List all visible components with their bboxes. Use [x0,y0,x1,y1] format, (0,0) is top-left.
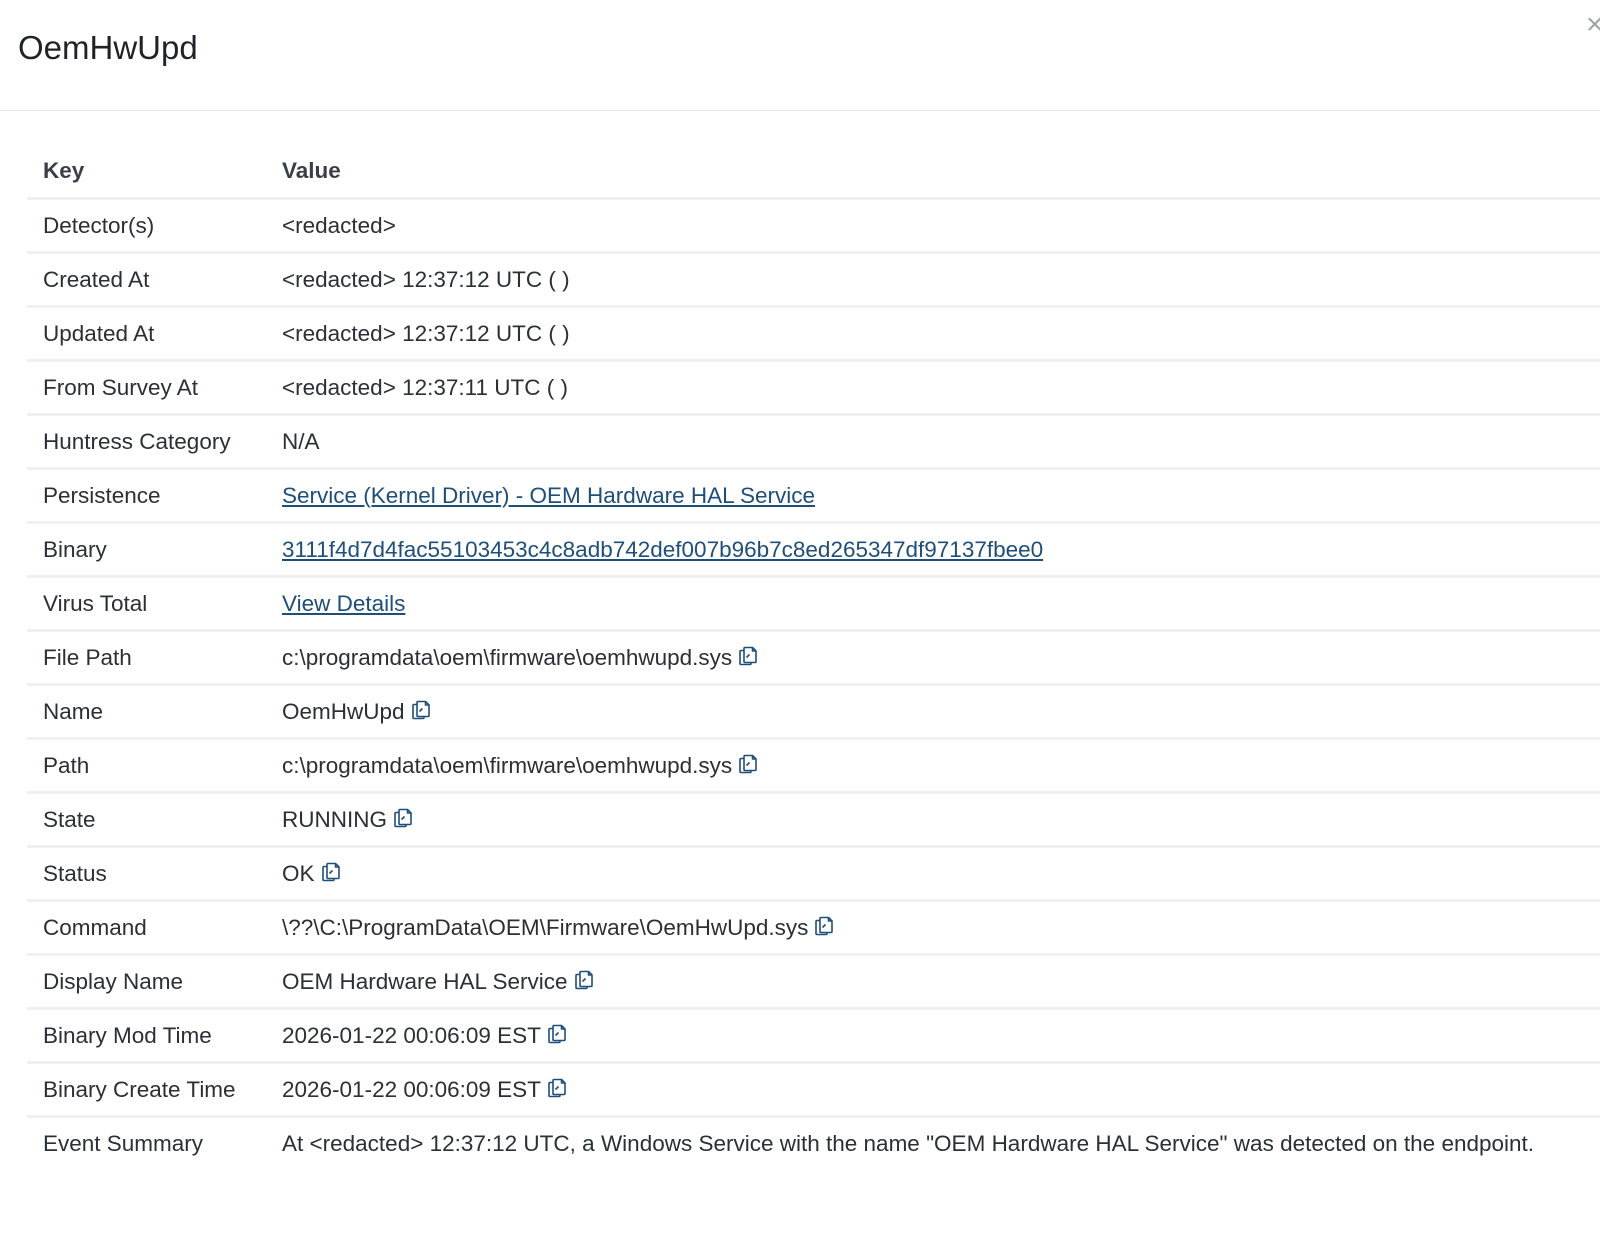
row-value: 2026-01-22 00:06:09 EST [266,1008,1600,1064]
row-value: 2026-01-22 00:06:09 EST [266,1062,1600,1118]
copy-icon[interactable] [736,644,760,668]
row-value: OK [266,846,1600,902]
row-value-link[interactable]: View Details [282,591,405,616]
row-value-text: c:\programdata\oem\firmware\oemhwupd.sys [282,752,733,778]
table-row: Name OemHwUpd [27,684,1600,740]
table-row: Binary Mod Time 2026-01-22 00:06:09 EST [27,1008,1600,1064]
row-key: Path [27,738,266,794]
column-header-value: Value [266,146,1600,200]
row-key: Created At [27,252,266,308]
row-value-text: OK [282,860,315,886]
row-value: <redacted> 12:37:12 UTC ( ) [266,252,1600,308]
row-key: Event Summary [43,1130,204,1156]
row-value-text: 2026-01-22 00:06:09 EST [282,1076,541,1102]
row-key: Binary Create Time [27,1062,266,1118]
modal-header: OemHwUpd × [0,0,1600,111]
row-value: At <redacted> 12:37:12 UTC, a Windows Se… [266,1116,1600,1200]
row-value-text: \??\C:\ProgramData\OEM\Firmware\OemHwUpd… [282,914,809,940]
row-key: Display Name [27,954,266,1010]
row-key: Command [27,900,266,956]
row-value: <redacted> [266,198,1600,254]
row-value-text: At <redacted> 12:37:12 UTC, a Windows Se… [282,1130,1535,1156]
row-key: File Path [27,630,266,686]
row-value-text: c:\programdata\oem\firmware\oemhwupd.sys [282,644,733,670]
modal-title: OemHwUpd [18,29,198,66]
row-key: Virus Total [27,576,266,632]
row-value-text: RUNNING [282,806,387,832]
table-row: Path c:\programdata\oem\firmware\oemhwupd… [27,738,1600,794]
table-row: Binary 3111f4d7d4fac55103453c4c8adb742def… [27,522,1600,578]
details-table-container: Key Value Detector(s) <redacted> Created A… [27,146,1600,1200]
copy-icon[interactable] [736,752,760,776]
details-table: Key Value Detector(s) <redacted> Created A… [27,146,1600,1200]
table-row: State RUNNING [27,792,1600,848]
table-row: Updated At <redacted> 12:37:12 UTC ( ) [27,306,1600,362]
row-key: Persistence [27,468,266,524]
row-value: View Details [266,576,1600,632]
copy-icon[interactable] [391,806,415,830]
row-value: \??\C:\ProgramData\OEM\Firmware\OemHwUpd… [266,900,1600,956]
table-row: Created At <redacted> 12:37:12 UTC ( ) [27,252,1600,308]
row-value-text: OEM Hardware HAL Service [282,968,568,994]
copy-icon[interactable] [545,1076,569,1100]
row-value-link[interactable]: Service (Kernel Driver) - OEM Hardware H… [282,483,815,508]
row-value-text: <redacted> 12:37:12 UTC ( ) [282,320,570,346]
row-key: State [27,792,266,848]
table-row: From Survey At <redacted> 12:37:11 UTC ( … [27,360,1600,416]
row-value: <redacted> 12:37:11 UTC ( ) [266,360,1600,416]
row-value: c:\programdata\oem\firmware\oemhwupd.sys [266,738,1600,794]
row-value: 3111f4d7d4fac55103453c4c8adb742def007b96… [266,522,1600,578]
table-row: Display Name OEM Hardware HAL Service [27,954,1600,1010]
row-value-text: OemHwUpd [282,698,405,724]
row-value-text: 2026-01-22 00:06:09 EST [282,1022,541,1048]
row-key: Huntress Category [27,414,266,470]
row-key: Status [27,846,266,902]
row-value: RUNNING [266,792,1600,848]
details-modal: OemHwUpd × Key Value Detector(s) <redacte… [0,0,1600,1247]
table-row: File Path c:\programdata\oem\firmware\oem… [27,630,1600,686]
copy-icon[interactable] [319,860,343,884]
row-value: c:\programdata\oem\firmware\oemhwupd.sys [266,630,1600,686]
copy-icon[interactable] [812,914,836,938]
row-value-text: <redacted> 12:37:12 UTC ( ) [282,266,570,292]
row-value: <redacted> 12:37:12 UTC ( ) [266,306,1600,362]
table-row: Detector(s) <redacted> [27,198,1600,254]
row-value-text: <redacted> 12:37:11 UTC ( ) [282,374,568,400]
table-row: Command \??\C:\ProgramData\OEM\Firmware\O… [27,900,1600,956]
close-icon[interactable]: × [1586,8,1600,42]
column-header-key: Key [27,146,266,200]
row-key: Name [27,684,266,740]
table-header-row: Key Value [27,146,1600,200]
table-body: Detector(s) <redacted> Created At <redacted… [27,198,1600,1200]
row-key: Updated At [27,306,266,362]
table-row: Binary Create Time 2026-01-22 00:06:09 ES… [27,1062,1600,1118]
row-value: OEM Hardware HAL Service [266,954,1600,1010]
table-row: Virus Total View Details [27,576,1600,632]
row-key: Binary [27,522,266,578]
row-value-text: N/A [282,428,320,454]
table-row: Huntress Category N/A [27,414,1600,470]
row-key: Binary Mod Time [27,1008,266,1064]
copy-icon[interactable] [409,698,433,722]
row-key: From Survey At [27,360,266,416]
row-value: Service (Kernel Driver) - OEM Hardware H… [266,468,1600,524]
table-row: Status OK [27,846,1600,902]
row-key: Detector(s) [27,198,266,254]
row-value-link[interactable]: 3111f4d7d4fac55103453c4c8adb742def007b96… [282,537,1043,562]
row-value: OemHwUpd [266,684,1600,740]
copy-icon[interactable] [572,968,596,992]
table-row: Persistence Service (Kernel Driver) - OEM… [27,468,1600,524]
row-value-text: <redacted> [282,212,396,238]
row-value: N/A [266,414,1600,470]
copy-icon[interactable] [545,1022,569,1046]
table-row: Event Summary At <redacted> 12:37:12 UTC,… [27,1116,1600,1200]
